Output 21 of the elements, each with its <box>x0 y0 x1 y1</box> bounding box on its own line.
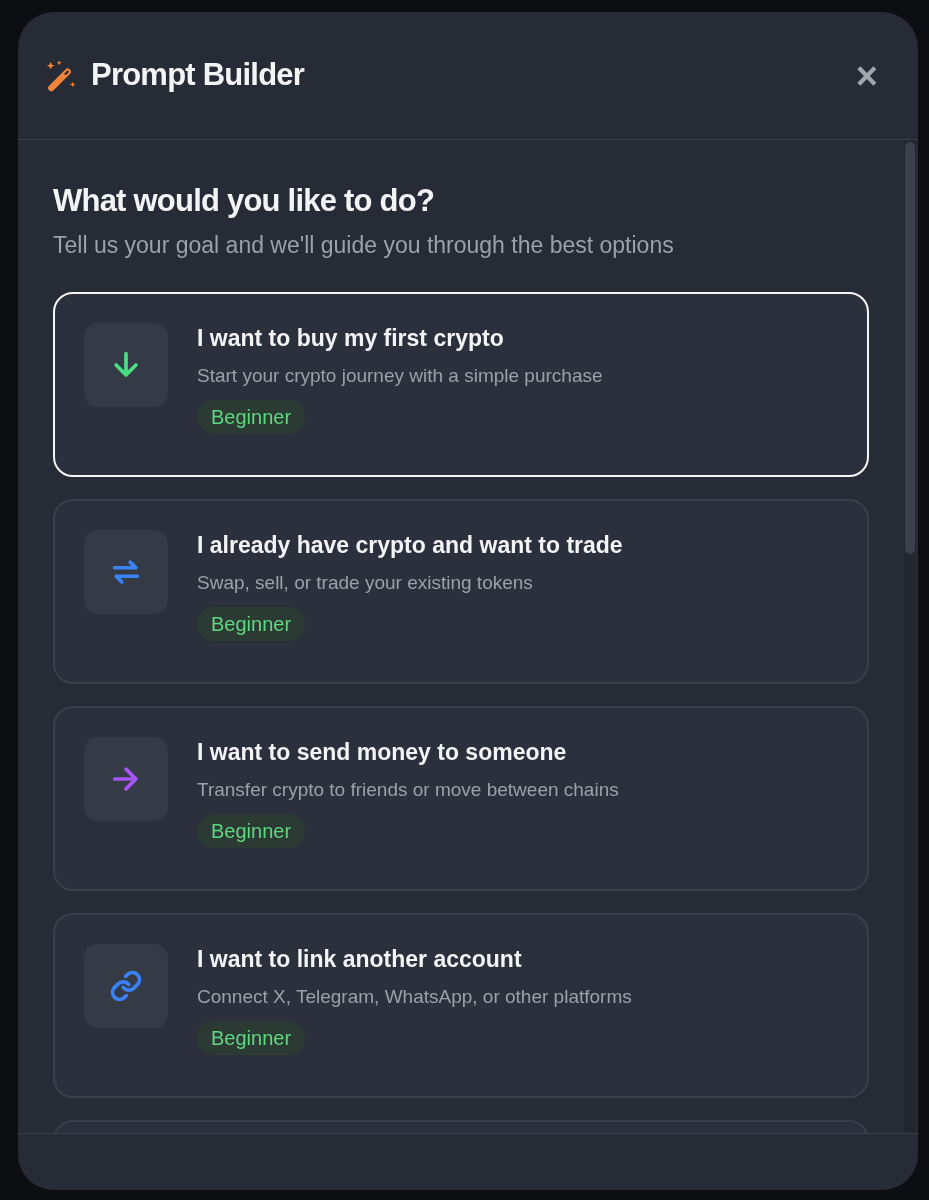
close-button[interactable]: × <box>855 56 878 95</box>
option-description: Swap, sell, or trade your existing tokens <box>197 571 533 595</box>
option-card[interactable]: I already have crypto and want to trade Swap, sell, or trade your existing tokens Beginner <box>53 499 869 684</box>
section-heading: What would you like to do? <box>53 183 436 219</box>
dialog-title: Prompt Builder <box>91 56 305 95</box>
option-card[interactable]: I want to link another account Connect X, Telegram, WhatsApp, or other platforms Beginner <box>53 913 869 1098</box>
option-description: Transfer crypto to friends or move between chains <box>197 778 619 802</box>
option-description: Connect X, Telegram, WhatsApp, or other platforms <box>197 985 632 1009</box>
option-description: Start your crypto journey with a simple purchase <box>197 364 603 388</box>
section-subheading: Tell us your goal and we'll guide you through the best options <box>53 231 675 259</box>
level-badge: Beginner <box>197 607 306 641</box>
level-badge: Beginner <box>197 1021 306 1055</box>
option-card[interactable]: I want to send money to someone Transfer crypto to friends or move between chains Beginner <box>53 706 869 891</box>
option-title: I want to link another account <box>197 945 522 973</box>
option-title: I want to buy my first crypto <box>197 324 504 352</box>
option-card[interactable]: I want to buy my first crypto Start your crypto journey with a simple purchase Beginner <box>53 292 869 477</box>
option-title: I already have crypto and want to trade <box>197 531 623 559</box>
scrollbar-thumb[interactable] <box>905 142 915 554</box>
level-badge: Beginner <box>197 400 306 434</box>
level-badge: Beginner <box>197 814 306 848</box>
option-title: I want to send money to someone <box>197 738 567 766</box>
